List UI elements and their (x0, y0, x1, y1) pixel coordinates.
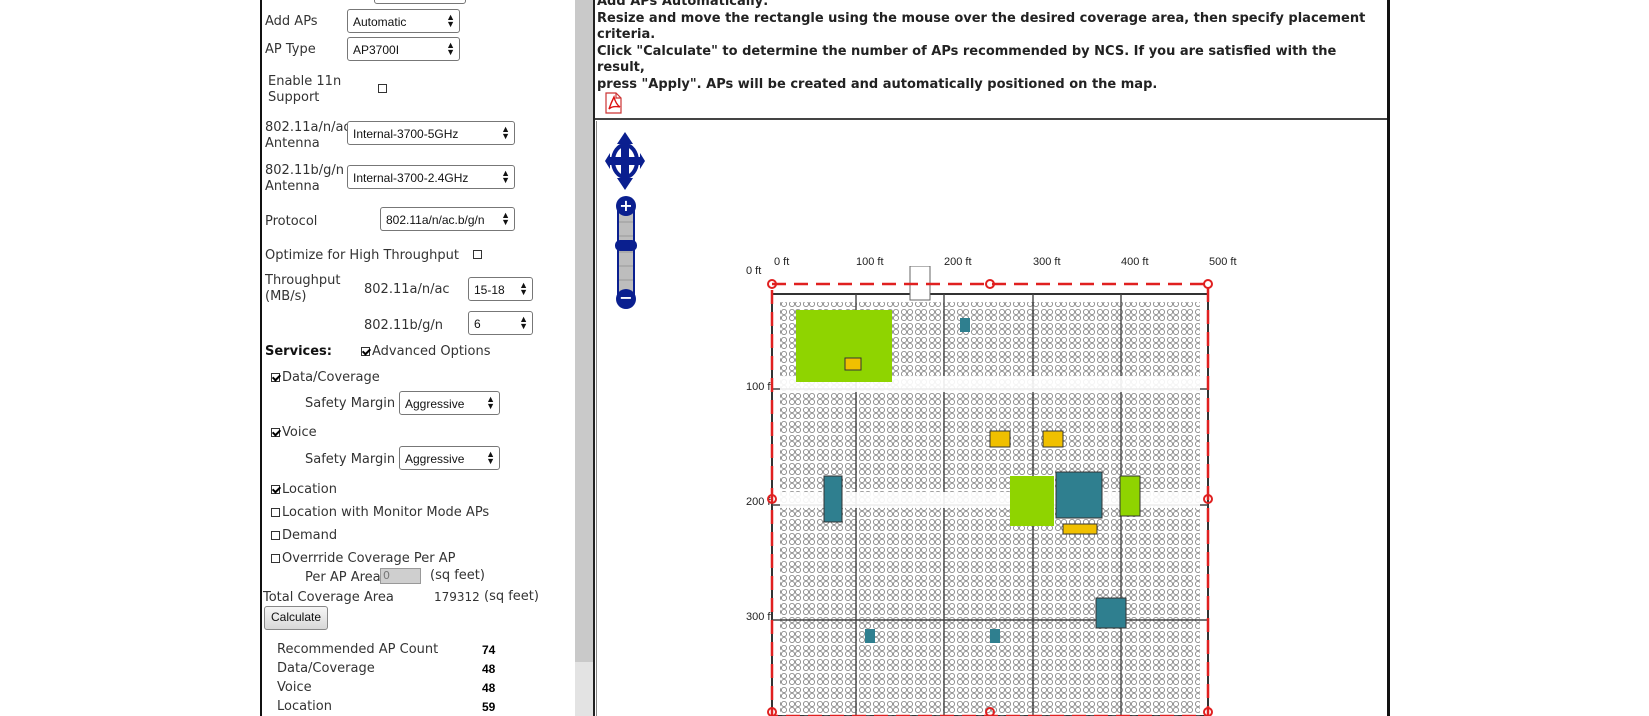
add-aps-label: Add APs (265, 14, 318, 29)
advanced-options-checkbox[interactable] (361, 347, 370, 356)
result-label: Data/Coverage (277, 661, 375, 676)
pdf-icon[interactable] (602, 92, 622, 114)
result-label: Location (277, 699, 332, 714)
content-separator (595, 118, 1387, 120)
throughput-a-select[interactable]: 15-18 ▲ ▼ (468, 277, 533, 301)
total-coverage-value: 179312 (434, 590, 480, 604)
instructions: Add APs Automatically: Resize and move t… (597, 0, 1387, 93)
instructions-line: press "Apply". APs will be created and a… (597, 76, 1158, 92)
optimize-throughput-label: Optimize for High Throughput (265, 248, 459, 263)
safety-margin-label-2: Safety Margin (305, 452, 396, 467)
calculate-button[interactable]: Calculate (264, 606, 329, 630)
ap-type-select[interactable]: AP3700I ▲ ▼ (347, 37, 460, 61)
placement-criteria-panel: Add APs Automatic ▲ ▼ AP Type AP3700I ▲ ▼ En… (262, 0, 575, 716)
location-monitor-label: Location with Monitor Mode APs (282, 505, 490, 520)
antenna-b-select[interactable]: Internal-3700-2.4GHz ▲ ▼ (347, 165, 515, 189)
result-value: 48 (482, 681, 496, 695)
panel-divider (593, 0, 595, 716)
floor-plan-image (767, 266, 1213, 716)
zoom-slider-thumb[interactable] (615, 240, 637, 251)
instructions-line: Resize and move the rectangle using the … (597, 10, 1366, 43)
throughput-units-label: (MB/s) (265, 289, 307, 304)
antenna-a-label: 802.11a/n/ac (265, 120, 351, 135)
optimize-throughput-checkbox[interactable] (473, 250, 482, 259)
per-ap-area-label: Per AP Area (305, 570, 381, 585)
throughput-b-select[interactable]: 6 ▲ ▼ (468, 311, 533, 335)
location-label: Location (282, 482, 337, 497)
location-checkbox[interactable] (271, 485, 280, 494)
antenna-b-label: 802.11b/g/n (265, 163, 344, 178)
safety-margin-label-1: Safety Margin (305, 396, 396, 411)
zoom-in-icon[interactable]: + (616, 196, 636, 216)
select-arrow-icon: ▲ ▼ (446, 40, 455, 57)
select-arrow-icon: ▲ ▼ (519, 314, 528, 331)
result-value: 48 (482, 662, 496, 676)
top-select-partial[interactable] (374, 0, 466, 4)
y-tick-label: 0 ft (746, 265, 762, 277)
location-monitor-checkbox[interactable] (271, 508, 280, 517)
safety-margin-2-select[interactable]: Aggressive ▲ ▼ (399, 446, 500, 470)
select-arrow-icon: ▲ ▼ (486, 394, 495, 411)
enable-11n-checkbox[interactable] (378, 84, 387, 93)
per-ap-area-input[interactable]: 0 (380, 568, 421, 584)
throughput-b-label: 802.11b/g/n (364, 318, 443, 333)
override-coverage-label: Overrride Coverage Per AP (282, 551, 456, 566)
advanced-options-label: Advanced Options (372, 344, 491, 359)
select-arrow-icon: ▲ ▼ (519, 280, 528, 297)
throughput-a-label: 802.11a/n/ac (364, 282, 450, 297)
select-arrow-icon: ▲ ▼ (501, 210, 510, 227)
enable-11n-label-2: Support (268, 90, 320, 105)
pan-control-icon[interactable] (604, 130, 646, 192)
services-label: Services: (265, 344, 332, 359)
select-arrow-icon: ▲ ▼ (486, 449, 495, 466)
select-arrow-icon: ▲ ▼ (446, 12, 455, 29)
antenna-b-label-2: Antenna (265, 179, 320, 194)
select-arrow-icon: ▲ ▼ (501, 124, 510, 141)
override-coverage-checkbox[interactable] (271, 554, 280, 563)
demand-label: Demand (282, 528, 338, 543)
scrollbar-track[interactable] (575, 662, 593, 716)
enable-11n-label: Enable 11n (268, 74, 342, 89)
select-arrow-icon: ▲ ▼ (501, 168, 510, 185)
result-label: Recommended AP Count (277, 642, 439, 657)
instructions-line: Click "Calculate" to determine the numbe… (597, 43, 1337, 76)
result-value: 59 (482, 700, 496, 714)
protocol-select[interactable]: 802.11a/n/ac.b/g/n ▲ ▼ (380, 207, 515, 231)
demand-checkbox[interactable] (271, 531, 280, 540)
antenna-a-label-2: Antenna (265, 136, 320, 151)
sq-feet-label-1: (sq feet) (430, 568, 485, 583)
voice-checkbox[interactable] (271, 428, 280, 437)
add-aps-select[interactable]: Automatic ▲ ▼ (347, 9, 460, 33)
protocol-label: Protocol (265, 214, 318, 229)
sq-feet-label-2: (sq feet) (484, 589, 539, 604)
result-label: Voice (277, 680, 312, 695)
zoom-out-icon[interactable]: − (616, 289, 636, 309)
instructions-heading: Add APs Automatically: (597, 0, 769, 9)
voice-label: Voice (282, 425, 317, 440)
safety-margin-1-select[interactable]: Aggressive ▲ ▼ (399, 391, 500, 415)
ap-type-label: AP Type (265, 42, 316, 57)
throughput-label: Throughput (265, 273, 341, 288)
data-coverage-label: Data/Coverage (282, 370, 380, 385)
result-value: 74 (482, 643, 496, 657)
total-coverage-label: Total Coverage Area (263, 590, 394, 605)
left-panel-scrollbar[interactable] (575, 0, 593, 662)
antenna-a-select[interactable]: Internal-3700-5GHz ▲ ▼ (347, 121, 515, 145)
data-coverage-checkbox[interactable] (271, 373, 280, 382)
